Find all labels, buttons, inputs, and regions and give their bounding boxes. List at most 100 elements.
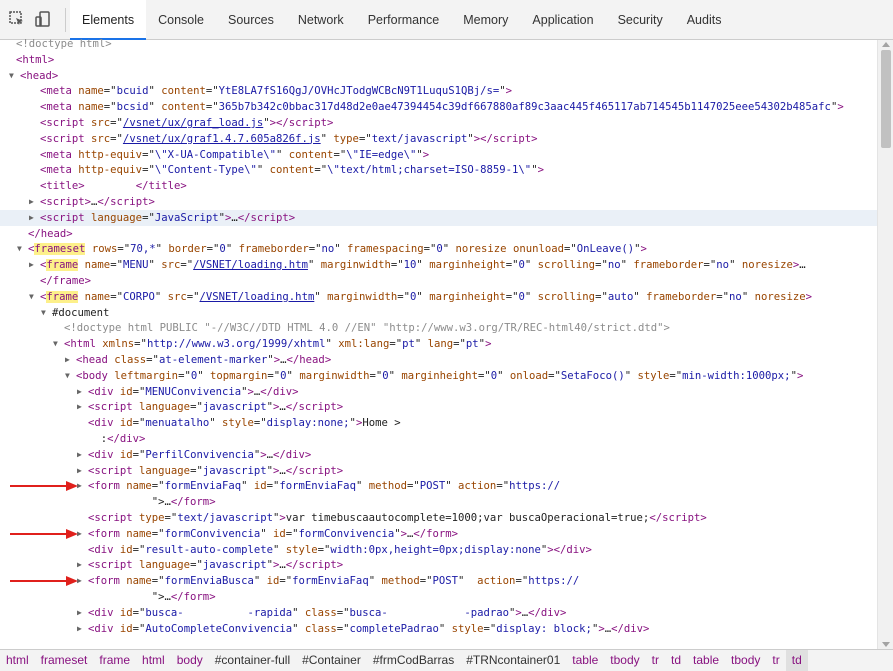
vertical-scrollbar[interactable] (877, 40, 893, 649)
breadcrumb-item[interactable]: tr (646, 650, 665, 671)
scroll-up-icon[interactable] (882, 42, 890, 47)
dom-node-line[interactable]: ▼ <head> (0, 68, 877, 84)
tab-security[interactable]: Security (606, 0, 675, 40)
expand-triangle-right-icon[interactable]: ▶ (77, 557, 82, 573)
dom-node-line[interactable]: <html> (0, 52, 877, 68)
dom-node-line[interactable]: ▼ <body leftmargin="0" topmargin="0" marg… (0, 368, 877, 384)
scrollbar-thumb[interactable] (881, 50, 891, 148)
tab-sources[interactable]: Sources (216, 0, 286, 40)
breadcrumb-item[interactable]: tr (766, 650, 785, 671)
breadcrumb-item[interactable]: #TRNcontainer01 (460, 650, 566, 671)
dom-node-line[interactable]: ▼ <frame name="CORPO" src="/VSNET/loading… (0, 289, 877, 305)
dom-node-line[interactable]: ">…</form> (0, 494, 877, 510)
dom-node-line[interactable]: <meta http-equiv="\"Content-Type\"" cont… (0, 162, 877, 178)
dom-node-line[interactable]: <meta name="bcuid" content="YtE8LA7fS16Q… (0, 83, 877, 99)
dom-node-line[interactable]: ▶ <script>…</script> (0, 194, 877, 210)
dom-node-line[interactable]: ▶ <div id="MENUConvivencia">…</div> (0, 384, 877, 400)
dom-node-line[interactable]: ▼ <frameset rows="70,*" border="0" frameb… (0, 241, 877, 257)
dom-node-line[interactable]: ▶ <head class="at-element-marker">…</head… (0, 352, 877, 368)
dom-node-line[interactable]: ▶ <script language="javascript">…</script… (0, 557, 877, 573)
breadcrumb-item[interactable]: frame (93, 650, 136, 671)
expand-triangle-right-icon[interactable]: ▶ (29, 210, 34, 226)
expand-triangle-right-icon[interactable]: ▶ (77, 399, 82, 415)
expand-triangle-right-icon[interactable]: ▶ (77, 463, 82, 479)
breadcrumb-item[interactable]: body (171, 650, 209, 671)
breadcrumb-item[interactable]: html (136, 650, 171, 671)
expand-triangle-right-icon[interactable]: ▶ (65, 352, 70, 368)
dom-node-line[interactable]: ▶ <div id="AutoCompleteConvivencia" class… (0, 621, 877, 637)
dom-node-text: :</div> (100, 433, 146, 445)
dom-node-text: <!doctype html PUBLIC "-//W3C//DTD HTML … (64, 322, 670, 335)
breadcrumb-item[interactable]: table (687, 650, 725, 671)
dom-node-text: <form name="formEnviaBusca" id="formEnvi… (88, 575, 580, 588)
breadcrumb-item[interactable]: td (665, 650, 687, 671)
dom-node-line[interactable]: <script type="text/javascript">var timeb… (0, 510, 877, 526)
dom-node-line[interactable]: ▶ <frame name="MENU" src="/VSNET/loading.… (0, 257, 877, 273)
dom-node-text: <meta name="bcsid" content="365b7b342c0b… (40, 101, 844, 114)
expand-triangle-right-icon[interactable]: ▶ (77, 621, 82, 637)
dom-node-line[interactable]: <!doctype html> (0, 36, 877, 52)
dom-node-line[interactable]: ▶ <div id="busca- -rapida" class="busca- … (0, 605, 877, 621)
dom-node-text: <head class="at-element-marker">…</head> (76, 354, 332, 366)
device-toolbar-icon[interactable] (34, 10, 52, 28)
dom-node-line[interactable]: </frame> (0, 273, 877, 289)
expand-triangle-right-icon[interactable]: ▶ (29, 194, 34, 210)
breadcrumb-item[interactable]: html (0, 650, 35, 671)
dom-node-text: <div id="PerfilConvivencia">…</div> (88, 448, 312, 461)
dom-tree: <!doctype html> <html> ▼ <head> <meta name="… (0, 36, 877, 648)
dom-node-line[interactable]: ▶ <div id="PerfilConvivencia">…</div> (0, 447, 877, 463)
tab-application[interactable]: Application (520, 0, 605, 40)
dom-node-line[interactable]: ▶ <form name="formConvivencia" id="formCo… (0, 526, 877, 542)
dom-node-line[interactable]: ">…</form> (0, 589, 877, 605)
breadcrumb-item[interactable]: #container-full (209, 650, 296, 671)
breadcrumb-item[interactable]: td (785, 650, 808, 671)
breadcrumb-item[interactable]: tbody (604, 650, 645, 671)
tab-network[interactable]: Network (286, 0, 356, 40)
tab-elements[interactable]: Elements (70, 0, 147, 40)
tab-memory[interactable]: Memory (451, 0, 520, 40)
dom-node-text: <title> </title> (40, 180, 187, 193)
dom-node-line[interactable]: ▼ <html xmlns="http://www.w3.org/1999/xht… (0, 336, 877, 352)
expand-triangle-right-icon[interactable]: ▶ (77, 447, 82, 463)
dom-node-line[interactable]: ▶ <form name="formEnviaBusca" id="formEnv… (0, 573, 877, 589)
dom-node-text: <meta http-equiv="\"X-UA-Compatible\"" c… (40, 148, 430, 161)
expand-triangle-down-icon[interactable]: ▼ (9, 68, 14, 84)
expand-triangle-down-icon[interactable]: ▼ (53, 336, 58, 352)
breadcrumb-item[interactable]: tbody (725, 650, 766, 671)
dom-node-line[interactable]: ▶ <script language="JavaScript">…</script… (0, 209, 877, 226)
dom-node-line[interactable]: <div id="result-auto-complete" style="wi… (0, 542, 877, 558)
dom-node-line[interactable]: ▶ <script language="javascript">…</script… (0, 463, 877, 479)
dom-node-text: <form name="formEnviaFaq" id="formEnviaF… (88, 480, 561, 493)
dom-node-line[interactable]: :</div> (0, 431, 877, 447)
expand-triangle-right-icon[interactable]: ▶ (29, 257, 34, 273)
dom-node-line[interactable]: <!doctype html PUBLIC "-//W3C//DTD HTML … (0, 320, 877, 336)
tab-performance[interactable]: Performance (356, 0, 452, 40)
dom-node-line[interactable]: <div id="menuatalho" style="display:none… (0, 415, 877, 431)
dom-node-text: <div id="menuatalho" style="display:none… (88, 417, 401, 430)
dom-node-text: #document (52, 306, 110, 319)
dom-node-text: <meta name="bcuid" content="YtE8LA7fS16Q… (40, 85, 513, 98)
breadcrumb-item[interactable]: table (566, 650, 604, 671)
expand-triangle-right-icon[interactable]: ▶ (77, 384, 82, 400)
expand-triangle-down-icon[interactable]: ▼ (29, 289, 34, 305)
breadcrumb-item[interactable]: #Container (296, 650, 367, 671)
dom-node-line[interactable]: <script src="/vsnet/ux/graf_load.js"></s… (0, 115, 877, 131)
dom-node-line[interactable]: <meta name="bcsid" content="365b7b342c0b… (0, 99, 877, 115)
dom-node-line[interactable]: ▶ <form name="formEnviaFaq" id="formEnvia… (0, 478, 877, 494)
inspect-element-icon[interactable] (8, 10, 26, 28)
tab-console[interactable]: Console (146, 0, 216, 40)
dom-node-line[interactable]: <title> </title> (0, 178, 877, 194)
scroll-down-icon[interactable] (882, 642, 890, 647)
dom-node-line[interactable]: <script src="/vsnet/ux/graf1.4.7.605a826… (0, 131, 877, 147)
breadcrumb-item[interactable]: #frmCodBarras (367, 650, 460, 671)
breadcrumb-item[interactable]: frameset (35, 650, 94, 671)
expand-triangle-down-icon[interactable]: ▼ (41, 305, 46, 321)
dom-node-line[interactable]: </head> (0, 226, 877, 242)
expand-triangle-down-icon[interactable]: ▼ (17, 241, 22, 257)
expand-triangle-down-icon[interactable]: ▼ (65, 368, 70, 384)
dom-node-line[interactable]: <meta http-equiv="\"X-UA-Compatible\"" c… (0, 147, 877, 163)
expand-triangle-right-icon[interactable]: ▶ (77, 605, 82, 621)
tab-audits[interactable]: Audits (675, 0, 734, 40)
dom-node-line[interactable]: ▶ <script language="javascript">…</script… (0, 399, 877, 415)
dom-node-line[interactable]: ▼ #document (0, 305, 877, 321)
